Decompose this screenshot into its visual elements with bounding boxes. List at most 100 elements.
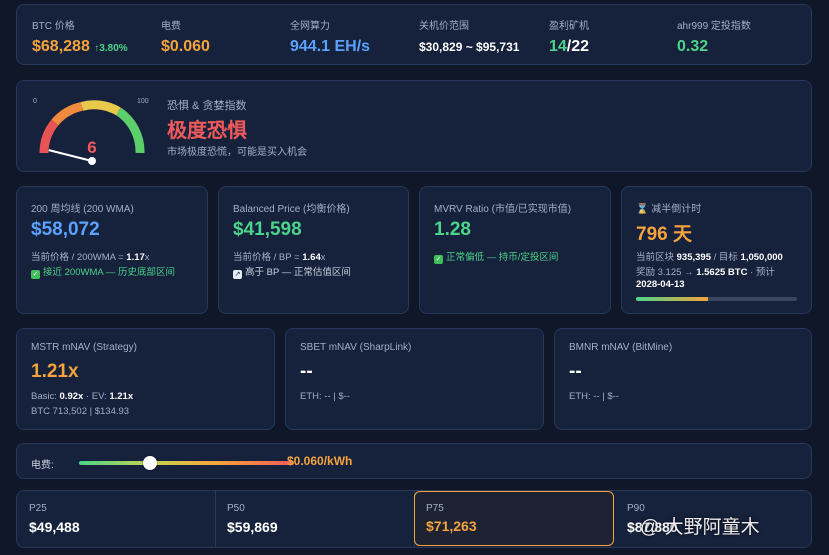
bmnr-value: -- [569, 361, 582, 382]
btc-price-change: ↑3.80% [94, 43, 128, 54]
hourglass-icon: ⌛ [636, 204, 649, 215]
wma200-ratio-value: 1.17 [126, 252, 145, 263]
mstr-basic-ev: Basic: 0.92x · EV: 1.21x [31, 391, 133, 402]
percentile-value: $59,869 [227, 519, 278, 535]
wma200-ratio: 当前价格 / 200WMA = 1.17x [31, 249, 150, 263]
gauge-max-label: 100 [137, 98, 149, 105]
stat-label: ahr999 定投指数 [677, 21, 751, 32]
percentile-p50[interactable]: P50 $59,869 [215, 491, 414, 547]
halving-blocks: 当前区块 935,395 / 目标 1,050,000 [636, 249, 783, 263]
balanced-note: ↗ 高于 BP — 正常估值区间 [233, 264, 351, 279]
reward-prefix: 奖励 3.125 → [636, 267, 697, 278]
percentile-p25[interactable]: P25 $49,488 [17, 491, 215, 547]
halving-value: 796 天 [636, 224, 692, 245]
watermark: @ 大野阿童木 [640, 517, 760, 538]
bmnr-mnav-card: BMNR mNAV (BitMine) -- ETH: -- | $-- [554, 328, 812, 430]
basic-prefix: Basic: [31, 391, 60, 402]
target-prefix: / 目标 [710, 252, 741, 263]
top-stats-bar: BTC 价格 $68,288 ↑3.80% 电费 $0.060 全网算力 944… [16, 4, 812, 65]
profitable-count: 14 [549, 38, 567, 55]
mvrv-value: 1.28 [434, 219, 471, 240]
stat-hashrate: 全网算力 944.1 EH/s [290, 17, 370, 56]
electricity-slider-label: 电费: [31, 460, 54, 471]
hashrate-value: 944.1 EH/s [290, 38, 371, 55]
stat-label: 全网算力 [290, 21, 330, 32]
slider-handle[interactable] [142, 456, 157, 470]
reward-value: 1.5625 BTC [696, 267, 748, 278]
mstr-title: MSTR mNAV (Strategy) [31, 342, 137, 353]
wma200-value: $58,072 [31, 219, 100, 240]
percentile-label: P25 [29, 503, 47, 514]
check-icon: ✓ [434, 255, 443, 264]
percentile-p75[interactable]: P75 $71,263 [414, 491, 614, 546]
current-block: 935,395 [676, 252, 711, 263]
ev-value: 1.21x [109, 391, 134, 402]
electricity-slider-value: $0.060/kWh [287, 454, 353, 468]
electricity-slider[interactable] [79, 456, 294, 470]
ahr999-value: 0.32 [677, 38, 709, 55]
gauge-arc-red [39, 119, 59, 154]
fear-greed-gauge: 0 100 6 [33, 98, 149, 165]
wma200-card: 200 周均线 (200 WMA) $58,072 当前价格 / 200WMA … [16, 186, 208, 314]
block-prefix: 当前区块 [636, 252, 677, 263]
stat-electricity: 电费 $0.060 [161, 17, 210, 56]
chart-icon: ↗ [233, 270, 242, 279]
stat-label: 关机价范围 [419, 21, 469, 32]
stat-label: 电费 [161, 21, 181, 32]
sbet-holdings: ETH: -- | $-- [300, 391, 350, 402]
stat-label: BTC 价格 [32, 21, 75, 32]
stat-label: 盈利矿机 [549, 21, 589, 32]
sbet-mnav-card: SBET mNAV (SharpLink) -- ETH: -- | $-- [285, 328, 544, 430]
mvrv-title: MVRV Ratio (市值/已实现市值) [434, 204, 572, 215]
mvrv-card: MVRV Ratio (市值/已实现市值) 1.28 ✓ 正常偏低 — 持币/定投… [419, 186, 611, 314]
percentile-label: P75 [426, 503, 444, 514]
halving-progress-fill [636, 297, 709, 301]
fear-greed-description: 市场极度恐慌，可能是买入机会 [167, 147, 307, 158]
sbet-value: -- [300, 361, 313, 382]
wma200-title: 200 周均线 (200 WMA) [31, 204, 134, 215]
gauge-needle [48, 149, 93, 162]
halving-progress-bar [636, 297, 797, 301]
sbet-title: SBET mNAV (SharpLink) [300, 342, 412, 353]
percentile-value: $49,488 [29, 519, 80, 535]
electricity-value: $0.060 [161, 38, 210, 55]
halving-date-value: 2028-04-13 [636, 279, 685, 290]
mvrv-note: ✓ 正常偏低 — 持币/定投区间 [434, 249, 558, 264]
balanced-title: Balanced Price (均衡价格) [233, 204, 350, 215]
bmnr-holdings: ETH: -- | $-- [569, 391, 619, 402]
fear-greed-label: 恐惧 & 贪婪指数 [167, 100, 247, 112]
mstr-holdings: BTC 713,502 | $134.93 [31, 406, 130, 417]
halving-title: 减半倒计时 [651, 204, 702, 215]
basic-value: 0.92x [59, 391, 84, 402]
mvrv-note-text: 正常偏低 — 持币/定投区间 [446, 252, 559, 263]
wma200-note: ✓ 接近 200WMA — 历史底部区间 [31, 264, 175, 279]
percentile-value: $71,263 [426, 518, 477, 534]
gauge-pivot [88, 157, 96, 165]
check-icon: ✓ [31, 270, 40, 279]
balanced-ratio: 当前价格 / BP = 1.64x [233, 249, 326, 263]
balanced-price-card: Balanced Price (均衡价格) $41,598 当前价格 / BP … [218, 186, 409, 314]
gauge-arc-yellow [80, 100, 121, 116]
btc-price-value: $68,288 [32, 38, 90, 55]
wma200-note-text: 接近 200WMA — 历史底部区间 [43, 267, 175, 278]
fear-greed-card: 0 100 6 恐惧 & 贪婪指数 极度恐惧 市场极度恐慌，可能是买入机会 [16, 80, 812, 172]
balanced-value: $41,598 [233, 219, 302, 240]
bmnr-title: BMNR mNAV (BitMine) [569, 342, 673, 353]
balanced-ratio-prefix: 当前价格 / BP = [233, 252, 303, 263]
gauge-arc-green [115, 107, 145, 154]
gauge-arc-orange [51, 101, 84, 126]
halving-card: ⌛ 减半倒计时 796 天 当前区块 935,395 / 目标 1,050,00… [621, 186, 812, 314]
halving-date: 2028-04-13 [636, 279, 685, 290]
gauge-min-label: 0 [33, 98, 37, 105]
halving-reward: 奖励 3.125 → 1.5625 BTC · 预计 [636, 264, 775, 278]
balanced-note-text: 高于 BP — 正常估值区间 [245, 267, 351, 278]
shutdown-range-value: $30,829 ~ $95,731 [419, 40, 520, 54]
balanced-ratio-value: 1.64 [302, 252, 321, 263]
ev-prefix: · EV: [83, 391, 110, 402]
balanced-ratio-suffix: x [320, 252, 326, 263]
gauge-value: 6 [87, 138, 96, 157]
mstr-mnav-card: MSTR mNAV (Strategy) 1.21x Basic: 0.92x … [16, 328, 275, 430]
mstr-value: 1.21x [31, 361, 79, 382]
electricity-slider-card: 电费: $0.060/kWh [16, 443, 812, 479]
stat-profitable-miners: 盈利矿机 14/22 [549, 17, 589, 56]
